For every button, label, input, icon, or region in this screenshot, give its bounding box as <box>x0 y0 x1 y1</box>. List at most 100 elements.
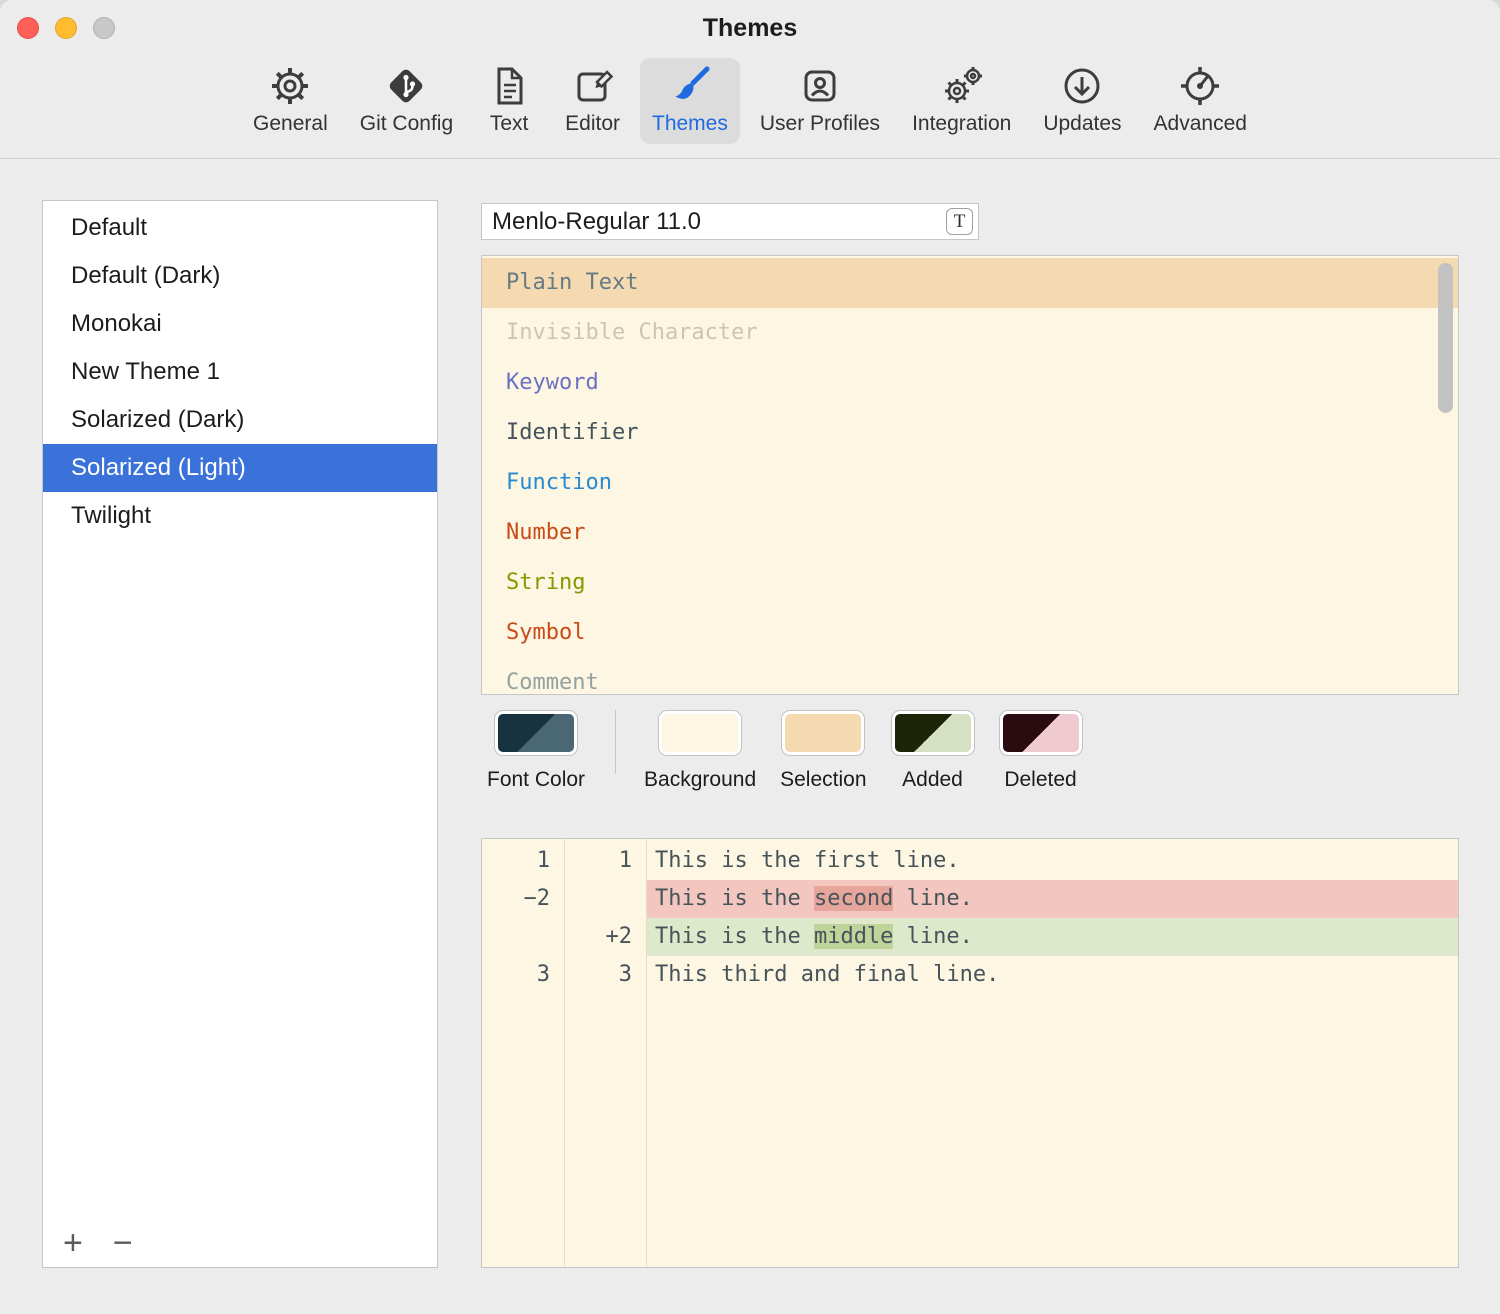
diff-code-text-deleted: This is the second line. <box>646 880 1458 918</box>
old-line-number: 1 <box>482 842 564 880</box>
document-icon <box>485 62 533 110</box>
background-swatch-item: Background <box>644 710 756 792</box>
code-segment: This is the <box>655 886 814 911</box>
old-line-number: −2 <box>482 880 564 918</box>
tab-git-config[interactable]: Git Config <box>348 58 465 144</box>
code-segment: This third and final line. <box>655 962 999 987</box>
added-word-highlight: middle <box>814 924 893 949</box>
tab-user-profiles-label: User Profiles <box>760 112 880 136</box>
font-color-fill <box>498 714 574 752</box>
added-swatch-item: Added <box>891 710 975 792</box>
selection-color-well[interactable] <box>781 710 865 756</box>
theme-list-actions: + − <box>63 1224 133 1263</box>
diff-line-added: +2 This is the middle line. <box>482 918 1458 956</box>
user-badge-icon <box>796 62 844 110</box>
added-color-well[interactable] <box>891 710 975 756</box>
diff-gutter-divider-1 <box>564 839 565 1267</box>
selection-color-fill <box>785 714 861 752</box>
new-line-number: +2 <box>564 918 646 956</box>
token-identifier[interactable]: Identifier <box>482 408 1458 458</box>
diff-line-normal: 1 1 This is the first line. <box>482 842 1458 880</box>
deleted-color-fill <box>1003 714 1079 752</box>
tab-user-profiles[interactable]: User Profiles <box>748 58 892 144</box>
added-color-fill <box>895 714 971 752</box>
token-plain-text[interactable]: Plain Text <box>482 258 1458 308</box>
theme-item-default[interactable]: Default <box>43 204 437 252</box>
font-field[interactable]: Menlo-Regular 11.0 T <box>481 203 979 240</box>
background-label: Background <box>644 768 756 792</box>
diff-line-normal: 3 3 This third and final line. <box>482 956 1458 994</box>
deleted-word-highlight: second <box>814 886 893 911</box>
old-line-number <box>482 918 564 956</box>
token-keyword[interactable]: Keyword <box>482 358 1458 408</box>
theme-item-solarized-light[interactable]: Solarized (Light) <box>43 444 437 492</box>
token-rows: Plain Text Invisible Character Keyword I… <box>482 256 1458 695</box>
tab-integration-label: Integration <box>912 112 1011 136</box>
token-function[interactable]: Function <box>482 458 1458 508</box>
diff-code-text: This is the first line. <box>646 842 1458 880</box>
tab-integration[interactable]: Integration <box>900 58 1023 144</box>
background-color-well[interactable] <box>658 710 742 756</box>
gear-icon <box>266 62 314 110</box>
deleted-color-well[interactable] <box>999 710 1083 756</box>
remove-theme-button[interactable]: − <box>113 1224 133 1263</box>
swatch-divider <box>615 710 616 774</box>
theme-list: Default Default (Dark) Monokai New Theme… <box>42 200 438 1268</box>
window-title: Themes <box>0 14 1500 43</box>
selection-swatch-item: Selection <box>780 710 866 792</box>
code-segment: This is the first line. <box>655 848 960 873</box>
tab-themes[interactable]: Themes <box>640 58 740 144</box>
gears-icon <box>938 62 986 110</box>
tab-general[interactable]: General <box>241 58 340 144</box>
code-segment: This is the <box>655 924 814 949</box>
token-string[interactable]: String <box>482 558 1458 608</box>
diff-line-deleted: −2 This is the second line. <box>482 880 1458 918</box>
tab-text-label: Text <box>490 112 529 136</box>
preferences-window: Themes General <box>0 0 1500 1314</box>
token-number[interactable]: Number <box>482 508 1458 558</box>
added-label: Added <box>902 768 963 792</box>
tab-editor-label: Editor <box>565 112 620 136</box>
theme-item-default-dark[interactable]: Default (Dark) <box>43 252 437 300</box>
token-symbol[interactable]: Symbol <box>482 608 1458 658</box>
deleted-swatch-item: Deleted <box>999 710 1083 792</box>
new-line-number: 3 <box>564 956 646 994</box>
git-diamond-icon <box>382 62 430 110</box>
diff-preview: 1 1 This is the first line. −2 This is t… <box>481 838 1459 1268</box>
add-theme-button[interactable]: + <box>63 1224 83 1263</box>
theme-item-twilight[interactable]: Twilight <box>43 492 437 540</box>
code-segment: line. <box>893 924 972 949</box>
tab-updates[interactable]: Updates <box>1031 58 1133 144</box>
token-comment[interactable]: Comment <box>482 658 1458 695</box>
font-color-well[interactable] <box>494 710 578 756</box>
font-color-swatch-item: Font Color <box>487 710 585 792</box>
preview-scrollbar-thumb[interactable] <box>1438 263 1453 413</box>
new-line-number: 1 <box>564 842 646 880</box>
background-color-fill <box>662 714 738 752</box>
theme-item-monokai[interactable]: Monokai <box>43 300 437 348</box>
diff-code-text-added: This is the middle line. <box>646 918 1458 956</box>
code-segment: line. <box>893 886 972 911</box>
theme-item-solarized-dark[interactable]: Solarized (Dark) <box>43 396 437 444</box>
preferences-toolbar: General Git Config <box>0 58 1500 158</box>
tab-advanced-label: Advanced <box>1154 112 1247 136</box>
paintbrush-icon <box>666 62 714 110</box>
old-line-number: 3 <box>482 956 564 994</box>
tab-advanced[interactable]: Advanced <box>1142 58 1259 144</box>
editor-pencil-icon <box>569 62 617 110</box>
tab-editor[interactable]: Editor <box>553 58 632 144</box>
tab-text[interactable]: Text <box>473 58 545 144</box>
theme-item-new-theme-1[interactable]: New Theme 1 <box>43 348 437 396</box>
token-invisible-character[interactable]: Invisible Character <box>482 308 1458 358</box>
font-picker-button[interactable]: T <box>946 208 973 235</box>
title-bar: Themes <box>0 0 1500 56</box>
selection-label: Selection <box>780 768 866 792</box>
diff-code-text: This third and final line. <box>646 956 1458 994</box>
tab-themes-label: Themes <box>652 112 728 136</box>
font-color-label: Font Color <box>487 768 585 792</box>
tab-general-label: General <box>253 112 328 136</box>
font-field-value: Menlo-Regular 11.0 <box>492 208 701 236</box>
new-line-number <box>564 880 646 918</box>
tab-git-config-label: Git Config <box>360 112 453 136</box>
diff-gutter-divider-2 <box>646 839 647 1267</box>
